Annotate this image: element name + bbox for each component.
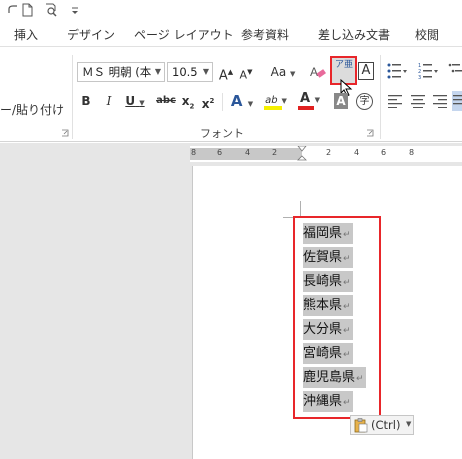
indent-marker-icon[interactable] [297,146,307,162]
clipboard-launcher-icon[interactable] [61,129,69,137]
justify-icon [453,95,462,105]
italic-label: I [106,94,112,108]
text-effect-label: A [230,92,243,110]
character-border-button[interactable]: A [358,62,374,80]
strikethrough-button[interactable]: abc [155,91,177,111]
bold-button[interactable]: B [78,91,94,111]
ruler-number: 4 [245,148,251,157]
ruler-number: 8 [191,148,197,157]
align-center-icon[interactable] [410,94,426,108]
svg-text:3: 3 [418,75,421,80]
ruler-number: 4 [354,148,360,157]
font-name-value: ＭＳ 明朝 (本 [82,65,152,79]
bullets-icon[interactable] [387,62,409,80]
phonetic-guide-label: ア亜 [335,60,354,70]
grow-font-button[interactable]: A▲ [217,62,235,84]
change-case-button[interactable]: Aa ▼ [268,62,298,82]
paste-options-button[interactable]: (Ctrl) ▼ [350,415,414,435]
tab-review[interactable]: 校閲 [415,26,439,43]
highlight-color-bar [264,106,282,110]
justify-button[interactable] [452,91,462,111]
enclose-character-label: 字 [359,96,370,107]
ruler-number: 6 [381,148,387,157]
paste-button-label[interactable]: ー/貼り付け [0,101,64,118]
font-color-button[interactable]: A ▼ [296,89,324,110]
numbering-icon[interactable]: 1 2 3 [418,62,440,80]
group-separator [72,55,73,139]
enclose-character-button[interactable]: 字 [356,93,373,110]
highlight-label: ab [265,95,278,106]
align-left-icon[interactable] [388,94,404,108]
italic-button[interactable]: I [102,91,116,111]
shrink-font-button[interactable]: A▼ [237,62,255,82]
paste-options-label: (Ctrl) [371,418,401,432]
character-shading-button[interactable]: A [334,93,348,109]
font-name-dropdown[interactable]: ＭＳ 明朝 (本 ▼ [77,62,165,82]
horizontal-ruler[interactable]: 8 6 4 2 2 4 6 8 [190,146,462,162]
highlight-button[interactable]: ab ▼ [262,89,290,110]
ruler-number: 8 [409,148,415,157]
quick-access-toolbar [0,0,462,20]
tab-design[interactable]: デザイン [67,26,115,43]
tab-references[interactable]: 参考資料 [241,26,289,43]
tab-insert[interactable]: 挿入 [14,26,38,43]
change-case-label: Aa [270,65,287,79]
underline-button[interactable]: U ▼ [122,91,148,111]
ribbon-tabs: 挿入 デザイン ページ レイアウト 参考資料 差し込み文書 校閲 [0,20,462,46]
font-dialog-launcher-icon[interactable] [366,129,374,137]
text-effect-button[interactable]: A ▼ [228,91,256,111]
group-separator [380,55,381,139]
font-size-dropdown[interactable]: 10.5 ▼ [167,62,213,82]
shrink-font-label: A [239,68,248,82]
new-document-icon[interactable] [20,3,34,17]
superscript-button[interactable]: x2 [200,91,216,111]
redo-icon[interactable] [6,3,20,17]
grow-font-label: A [218,68,228,84]
clipboard-icon [354,418,368,433]
chevron-down-icon: ▼ [406,420,412,428]
multilevel-list-icon[interactable] [448,62,462,80]
tab-page-layout[interactable]: ページ レイアウト [134,26,234,43]
ruler-number: 6 [217,148,223,157]
chevron-down-icon: ▼ [202,67,209,76]
character-border-label: A [361,63,371,78]
character-shading-label: A [336,94,346,108]
font-size-value: 10.5 [172,65,198,79]
align-right-icon[interactable] [432,94,448,108]
selection-highlight-box [293,216,381,419]
customize-qat-icon[interactable] [68,3,82,17]
row-separator [222,93,223,111]
font-group-label: フォント [200,127,244,140]
underline-label: U [125,94,136,108]
ruler-number: 2 [326,148,332,157]
svg-text:A: A [310,65,318,79]
chevron-down-icon: ▼ [154,67,161,76]
font-color-bar [298,106,314,110]
subscript-button[interactable]: x2 [180,91,196,111]
font-color-label: A [300,91,311,106]
tab-mailings[interactable]: 差し込み文書 [318,26,390,43]
clear-formatting-icon[interactable]: A [309,63,327,81]
bold-label: B [81,94,91,108]
print-preview-icon[interactable] [44,3,58,17]
strikethrough-label: abc [156,95,176,106]
ruler-number: 2 [272,148,278,157]
ribbon-body: ー/貼り付け ＭＳ 明朝 (本 ▼ 10.5 ▼ A▲ A▼ Aa ▼ A ア亜… [0,46,462,142]
